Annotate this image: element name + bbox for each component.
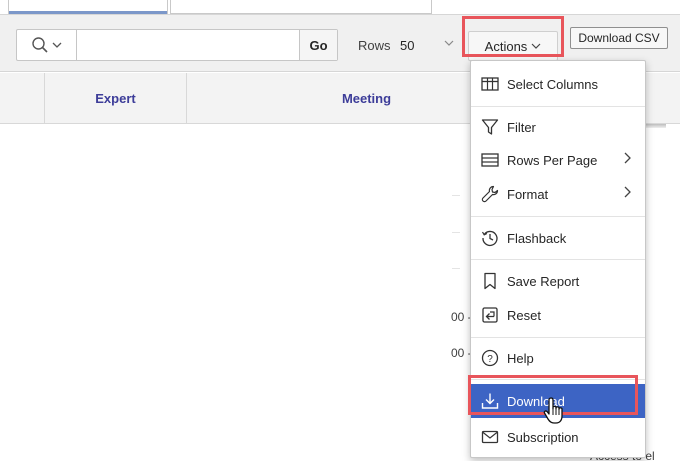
bookmark-icon [481,272,499,290]
menu-item-subscription[interactable]: Subscription [471,421,645,453]
menu-item-save-report[interactable]: Save Report [471,265,645,297]
chevron-right-icon [624,186,631,198]
chevron-down-icon [444,40,454,46]
help-icon: ? [481,349,499,367]
tab-active[interactable] [8,0,168,14]
header-select-cell[interactable] [0,73,44,124]
menu-separator [471,337,645,338]
wrench-icon [481,185,499,203]
download-icon [481,392,499,410]
chevron-down-icon [531,43,541,49]
menu-item-label: Format [507,186,549,202]
menu-item-label: Rows Per Page [507,152,598,168]
chevron-down-icon [52,42,62,48]
filter-icon [481,118,499,136]
menu-item-filter[interactable]: Filter [471,111,645,143]
menu-item-help[interactable]: ? Help [471,342,645,374]
menu-separator [471,106,645,107]
rows-icon [481,151,499,169]
actions-button[interactable]: Actions [468,31,558,61]
go-button[interactable]: Go [299,30,337,60]
tab-strip [0,0,432,14]
menu-separator [471,379,645,380]
menu-separator [471,216,645,217]
columns-icon [481,75,499,93]
chevron-right-icon [624,152,631,164]
menu-item-label: Subscription [507,429,579,445]
actions-button-label: Actions [484,38,528,54]
rows-label: Rows [358,38,391,53]
rows-select-value: 50 [400,37,415,53]
menu-item-reset[interactable]: Reset [471,299,645,331]
menu-item-label: Save Report [507,273,580,289]
menu-item-download[interactable]: Download [471,384,645,418]
search-icon [32,37,48,53]
menu-item-label: Flashback [507,230,567,246]
row-divider [452,232,460,233]
mail-icon [481,428,499,446]
download-csv-button[interactable]: Download CSV [570,27,668,49]
search-column-menu[interactable] [17,30,77,60]
column-header-expert[interactable]: Expert [44,73,186,124]
menu-item-label: Filter [507,119,536,135]
row-divider [452,195,460,196]
table-cell-fragment: 00 - [451,310,472,324]
undo-icon [481,306,499,324]
menu-item-label: Help [507,350,534,366]
menu-separator [471,259,645,260]
history-icon [481,229,499,247]
menu-item-rows-per-page[interactable]: Rows Per Page [471,144,645,176]
menu-item-flashback[interactable]: Flashback [471,222,645,254]
actions-menu: Select Columns Filter Rows Per Page Form… [470,60,646,458]
menu-item-label: Download [507,393,565,409]
menu-item-label: Reset [507,307,541,323]
menu-item-format[interactable]: Format [471,178,645,210]
menu-item-label: Select Columns [507,76,599,92]
rows-select[interactable]: 50 [394,29,462,61]
search-input[interactable] [78,30,299,60]
menu-item-select-columns[interactable]: Select Columns [471,68,645,100]
table-cell-fragment: 00 - [451,346,472,360]
search-bar: Go [16,29,338,61]
svg-text:?: ? [487,354,493,365]
row-divider [452,268,460,269]
tab-inactive[interactable] [170,0,432,14]
